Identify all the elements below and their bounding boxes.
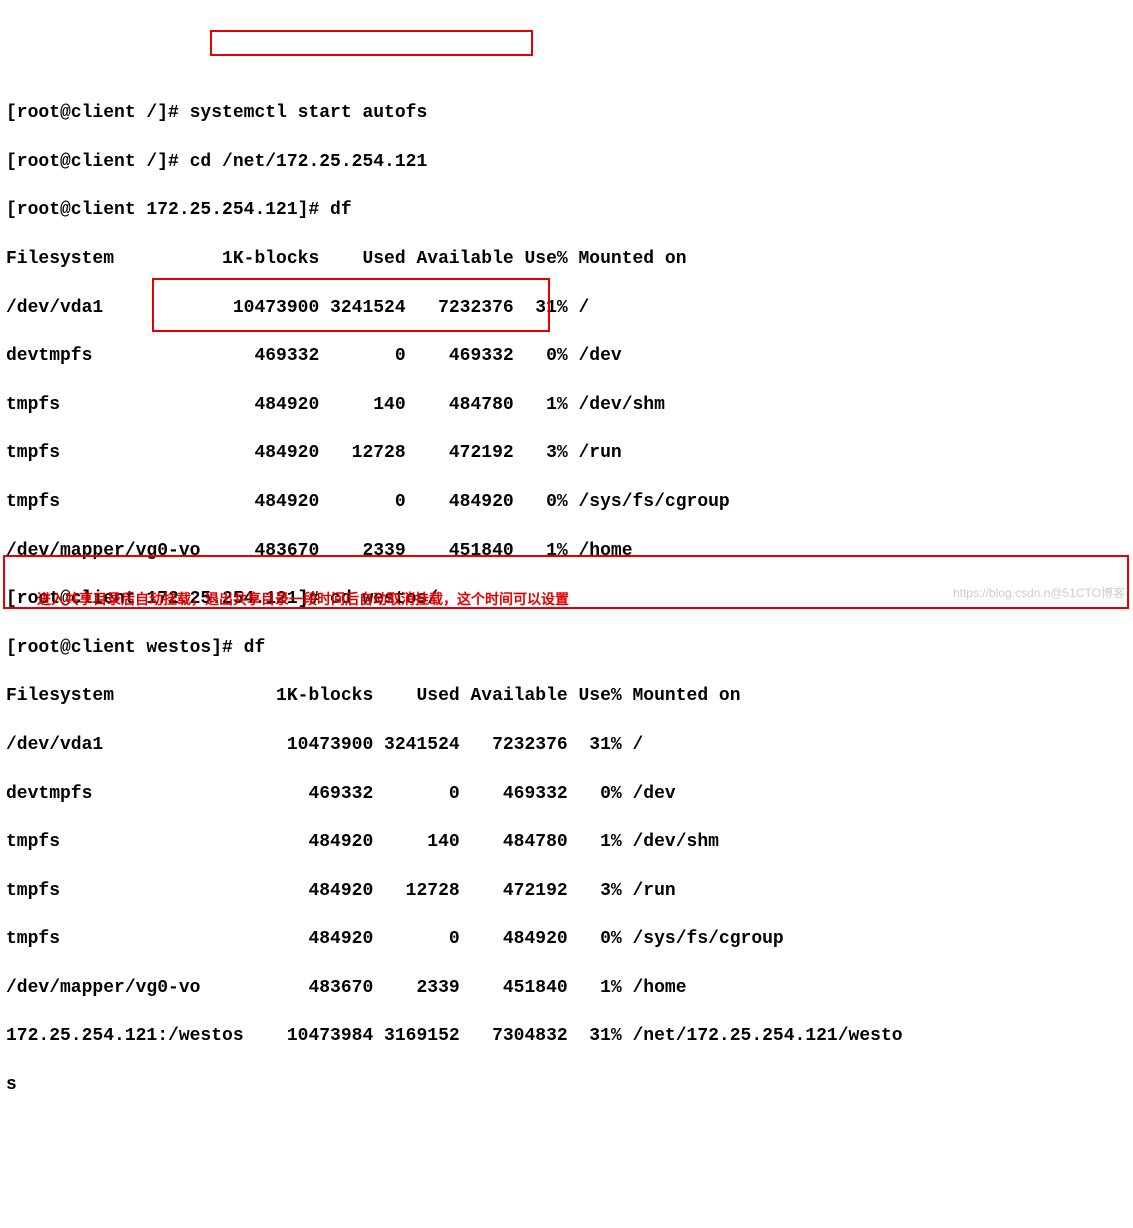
- watermark-text: https://blog.csdn.n@51CTO博客: [953, 585, 1125, 601]
- df-row: tmpfs 484920 140 484780 1% /dev/shm: [6, 393, 1127, 417]
- df-header: Filesystem 1K-blocks Used Available Use%…: [6, 247, 1127, 271]
- terminal-line: [root@client westos]# df: [6, 636, 1127, 660]
- df-row: tmpfs 484920 140 484780 1% /dev/shm: [6, 830, 1127, 854]
- terminal-line: [root@client 172.25.254.121]# df: [6, 198, 1127, 222]
- df-row: /dev/mapper/vg0-vo 483670 2339 451840 1%…: [6, 539, 1127, 563]
- terminal-line: [root@client /]# systemctl start autofs: [6, 101, 1127, 125]
- annotation-text: 进入共享目录后自动挂载，退出共享目录一段时间后自动取消挂载，这个时间可以设置: [37, 592, 569, 611]
- highlight-box-cd-net: [210, 30, 533, 56]
- df-row: devtmpfs 469332 0 469332 0% /dev: [6, 344, 1127, 368]
- df-row: tmpfs 484920 0 484920 0% /sys/fs/cgroup: [6, 927, 1127, 951]
- df-row: tmpfs 484920 0 484920 0% /sys/fs/cgroup: [6, 490, 1127, 514]
- df-row: 172.25.254.121:/westos 10473984 3169152 …: [6, 1024, 1127, 1048]
- df-row: tmpfs 484920 12728 472192 3% /run: [6, 879, 1127, 903]
- terminal-line: [root@client /]# cd /net/172.25.254.121: [6, 150, 1127, 174]
- df-header: Filesystem 1K-blocks Used Available Use%…: [6, 684, 1127, 708]
- df-row: /dev/vda1 10473900 3241524 7232376 31% /: [6, 733, 1127, 757]
- df-row: devtmpfs 469332 0 469332 0% /dev: [6, 782, 1127, 806]
- df-row: /dev/vda1 10473900 3241524 7232376 31% /: [6, 296, 1127, 320]
- df-row: tmpfs 484920 12728 472192 3% /run: [6, 441, 1127, 465]
- df-row-wrap: s: [6, 1073, 1127, 1097]
- df-row: /dev/mapper/vg0-vo 483670 2339 451840 1%…: [6, 976, 1127, 1000]
